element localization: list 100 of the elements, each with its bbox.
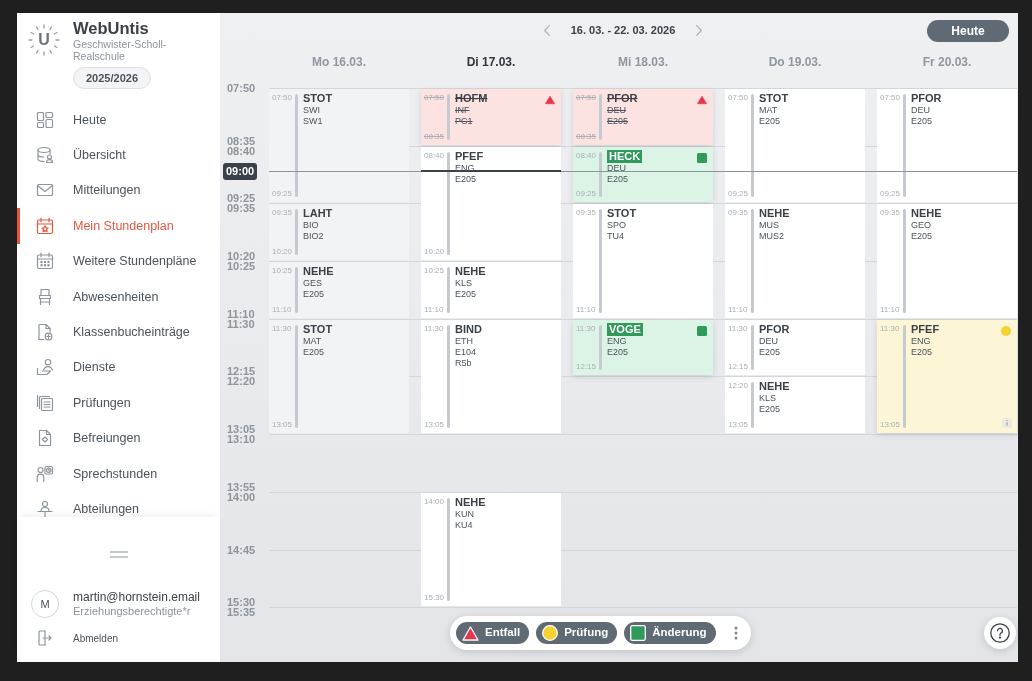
- lesson-detail: BIO: [303, 220, 319, 232]
- filter-chip[interactable]: Entfall: [456, 622, 530, 644]
- filter-chip[interactable]: Prüfung: [536, 622, 618, 644]
- school-year-button[interactable]: 2025/2026: [73, 67, 151, 89]
- start-time: 07:50: [728, 93, 749, 103]
- time-label: 13:05: [227, 424, 256, 435]
- lesson-detail: ENG: [911, 335, 931, 347]
- lesson-card[interactable]: 09:35 11:10 NEHE MUS MUS2: [725, 204, 865, 318]
- chevron-left-icon[interactable]: [543, 25, 550, 36]
- person-desk-icon: [36, 500, 54, 517]
- lesson-card[interactable]: 11:30 13:05 PFEF ENG E205: [877, 319, 1017, 434]
- lesson-card[interactable]: 07:50 08:35 HOFM INF PC1: [421, 89, 561, 145]
- current-time-badge: 09:00: [223, 162, 258, 180]
- end-time: 15:30: [424, 593, 445, 604]
- lesson-card[interactable]: 14:00 15:30 NEHE KUN KU4: [421, 492, 561, 607]
- start-time: 11:30: [880, 323, 900, 334]
- end-time: 11:10: [728, 304, 748, 315]
- teacher-code: NEHE: [911, 207, 942, 221]
- end-time: 09:25: [272, 189, 293, 200]
- lesson-card[interactable]: 09:35 10:20 LAHT BIO BIO2: [269, 204, 409, 261]
- nav-item[interactable]: Dienste: [17, 349, 220, 386]
- lesson-detail: E205: [911, 346, 933, 358]
- lesson-detail: E205: [607, 173, 629, 185]
- lesson-card[interactable]: 07:50 09:25 PFOR DEU E205: [877, 89, 1017, 203]
- end-time: 13:05: [880, 420, 901, 431]
- lesson-detail: SW1: [303, 116, 323, 127]
- teacher-code: HECK: [607, 149, 643, 163]
- help-button[interactable]: [984, 617, 1016, 649]
- start-time: 07:50: [880, 93, 901, 103]
- triangle-icon: [462, 625, 479, 641]
- lesson-detail: ETH: [455, 335, 473, 347]
- lesson-detail: E104: [455, 346, 477, 358]
- nav-item[interactable]: Klassenbucheinträge: [17, 314, 220, 350]
- nav-item[interactable]: Sprechstunden: [17, 455, 220, 492]
- more-icon[interactable]: [733, 626, 738, 640]
- document-plus-icon: [36, 323, 54, 342]
- time-label: 15:35: [227, 607, 256, 618]
- date-range: 16. 03. - 22. 03. 2026: [570, 23, 676, 39]
- nav-item[interactable]: Befreiungen: [17, 420, 220, 456]
- end-time: 13:05: [424, 420, 445, 431]
- lesson-detail: E205: [911, 231, 933, 243]
- nav-item[interactable]: Übersicht: [17, 137, 220, 173]
- nav-item[interactable]: Abwesenheiten: [17, 278, 220, 315]
- lesson-card[interactable]: 11:30 12:15 PFOR DEU E205: [725, 319, 865, 376]
- lesson-detail: KLS: [759, 393, 776, 405]
- chevron-right-icon[interactable]: [696, 25, 703, 36]
- circle-icon: [542, 625, 559, 641]
- chair-icon: [36, 287, 54, 306]
- lesson-detail: E205: [303, 346, 325, 358]
- time-label: 13:55: [227, 481, 256, 492]
- time-label: 09:25: [227, 193, 256, 204]
- lesson-detail: E205: [911, 116, 933, 127]
- nav-item[interactable]: Heute: [17, 102, 220, 138]
- lesson-card[interactable]: 11:30 12:15 VOGE ENG E205: [573, 319, 713, 376]
- logout-icon: [38, 630, 52, 646]
- lesson-card[interactable]: 11:30 13:05 STOT MAT E205: [269, 319, 409, 434]
- document-badge-icon: [36, 429, 54, 448]
- start-time: 09:35: [576, 208, 597, 219]
- end-time: 11:10: [272, 304, 292, 315]
- lesson-card[interactable]: 07:50 08:35 PFOR DEU E205: [573, 89, 713, 145]
- nav-item[interactable]: Abteilungen: [17, 491, 220, 517]
- lesson-card[interactable]: 09:35 11:10 NEHE GEO E205: [877, 204, 1017, 318]
- teacher-code: STOT: [303, 322, 333, 336]
- lesson-card[interactable]: 12:20 13:05 NEHE KLS E205: [725, 377, 865, 434]
- start-time: 09:35: [728, 208, 749, 219]
- time-label: 09:35: [227, 203, 256, 214]
- end-time: 09:25: [576, 189, 597, 200]
- nav-item[interactable]: Weitere Stundenpläne: [17, 243, 220, 279]
- teacher-code: NEHE: [455, 495, 486, 509]
- start-time: 11:30: [728, 323, 748, 334]
- start-time: 08:40: [424, 150, 445, 161]
- time-label: 08:35: [227, 135, 256, 146]
- nav-item[interactable]: Mitteilungen: [17, 172, 220, 209]
- lesson-detail: PC1: [455, 116, 473, 127]
- drag-handle-icon[interactable]: [109, 551, 128, 558]
- filter-chip[interactable]: Änderung: [624, 622, 716, 644]
- day-header: Mo 16.03.: [312, 54, 366, 71]
- start-time: 07:50: [576, 93, 597, 103]
- teacher-code: STOT: [303, 92, 333, 105]
- lesson-detail: E205: [303, 289, 325, 301]
- square-icon: [630, 625, 647, 641]
- lesson-card[interactable]: 11:30 13:05 BIND ETH E104 R5b: [421, 319, 561, 434]
- logout-link[interactable]: Abmelden: [38, 630, 119, 646]
- teacher-code: STOT: [607, 207, 637, 221]
- start-time: 07:50: [272, 93, 293, 103]
- lesson-card[interactable]: 09:35 11:10 STOT SPO TU4: [573, 204, 713, 318]
- nav-item[interactable]: Prüfungen: [17, 385, 220, 421]
- today-button[interactable]: Heute: [927, 19, 1009, 42]
- lesson-card[interactable]: 10:25 11:10 NEHE GES E205: [269, 262, 409, 318]
- lesson-detail: E205: [759, 346, 781, 358]
- school-name: Geschwister-Scholl-Realschule: [73, 38, 168, 62]
- lesson-card[interactable]: 07:50 09:25 STOT SWI SW1: [269, 89, 409, 203]
- teacher-code: HOFM: [455, 92, 488, 105]
- lesson-detail: TU4: [607, 231, 624, 243]
- lesson-card[interactable]: 07:50 09:25 STOT MAT E205: [725, 89, 865, 203]
- lesson-card[interactable]: 10:25 11:10 NEHE KLS E205: [421, 262, 561, 318]
- start-time: 09:35: [272, 208, 293, 219]
- start-time: 12:20: [728, 381, 749, 392]
- info-icon[interactable]: [1002, 418, 1012, 429]
- triangle-icon: [697, 95, 707, 105]
